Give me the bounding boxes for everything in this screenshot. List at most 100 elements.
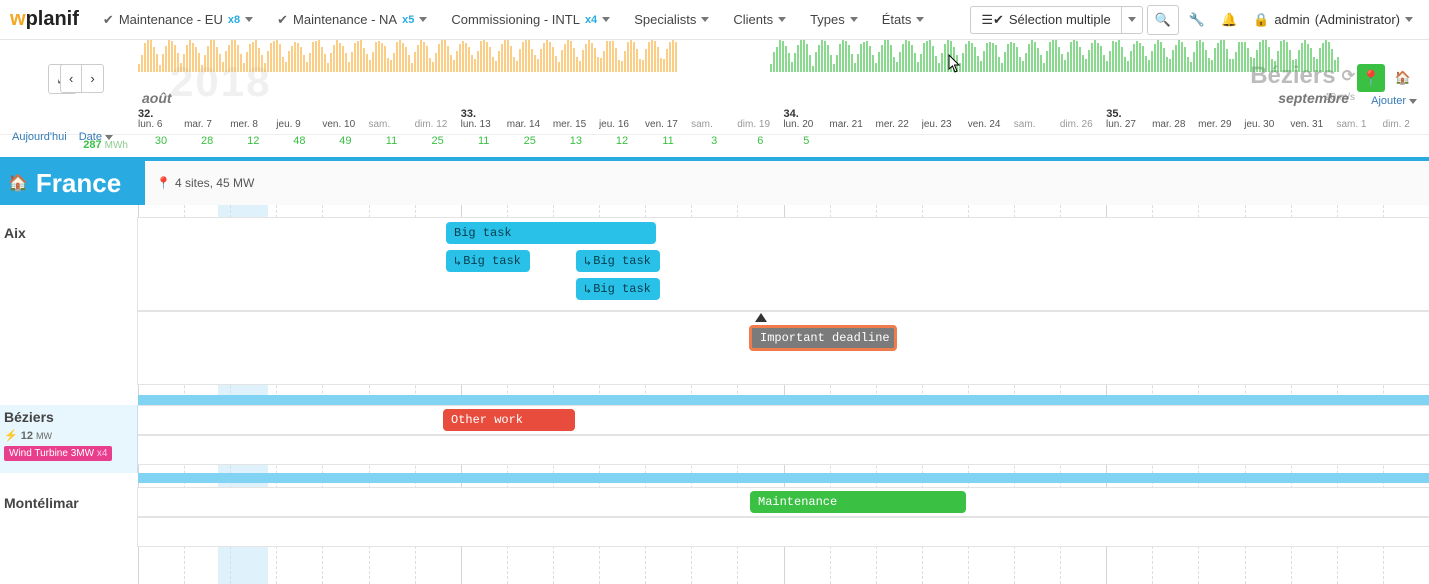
stat-cell: 48 — [276, 135, 322, 155]
montelimar-lane-2[interactable] — [138, 517, 1429, 547]
site-name: Aix — [4, 225, 132, 241]
caret-icon — [701, 17, 709, 22]
grid-columns: Big task ↳Big task ↳Big task ↳Big task I… — [138, 205, 1429, 584]
brand-logo[interactable]: wplanif — [10, 8, 89, 31]
week-cell: 35. — [1106, 108, 1429, 119]
nav-etats[interactable]: États — [872, 6, 935, 33]
bell-icon: 🔔 — [1221, 12, 1237, 28]
nav-specialists[interactable]: Specialists — [624, 6, 719, 33]
multiselect-label: Sélection multiple — [1009, 12, 1111, 27]
stat-cell: 30 — [138, 135, 184, 155]
stat-cell — [876, 135, 922, 155]
settings-button[interactable]: 🔧 — [1183, 6, 1211, 34]
day-cell: lun. 6 — [138, 119, 184, 133]
region-france[interactable]: 🏠 France — [0, 161, 145, 205]
navigation-controls: ⤢ ‹ › Aujourd'hui Date — [12, 64, 113, 143]
sites-column: Aix Béziers ⚡ 12 MW Wind Turbine 3MW x4 … — [0, 205, 138, 584]
caret-icon — [778, 17, 786, 22]
nav-label: Types — [810, 12, 845, 27]
wrench-icon: 🔧 — [1189, 12, 1205, 28]
band-top-beziers — [138, 395, 1429, 405]
day-cell: lun. 27 — [1106, 119, 1152, 133]
user-name: admin — [1274, 12, 1309, 27]
stat-cell — [1198, 135, 1244, 155]
nav-maintenance-eu[interactable]: ✔ Maintenance - EU x8 — [93, 6, 263, 34]
beziers-lane-1[interactable] — [138, 405, 1429, 435]
stats-total-unit: MWh — [105, 140, 128, 151]
checklist-icon: ☰✔ — [981, 12, 1004, 28]
stat-cell: 6 — [737, 135, 783, 155]
site-aix[interactable]: Aix — [0, 217, 138, 245]
day-cell: sam. — [691, 119, 737, 133]
top-navbar: wplanif ✔ Maintenance - EU x8 ✔ Maintena… — [0, 0, 1429, 40]
day-cell: mar. 7 — [184, 119, 230, 133]
nav-label: Commissioning - INTL — [451, 12, 580, 27]
turbine-tag[interactable]: Wind Turbine 3MW x4 — [4, 446, 112, 461]
site-name: Montélimar — [4, 495, 132, 511]
nav-commissioning[interactable]: Commissioning - INTL x4 — [441, 6, 620, 33]
task-deadline[interactable]: Important deadline — [749, 325, 897, 351]
caret-icon — [245, 17, 253, 22]
prev-button[interactable]: ‹ — [60, 64, 82, 93]
day-cell: dim. 26 — [1060, 119, 1106, 133]
spark-orange — [138, 40, 770, 72]
task-other-work[interactable]: Other work — [443, 409, 575, 431]
timeline-header: 2018 août septembre 32.33.34.35. lun. 6m… — [138, 40, 1429, 134]
task-big-child-3[interactable]: ↳Big task — [576, 278, 660, 300]
stats-total-value: 287 — [83, 139, 101, 151]
nav-count: x4 — [585, 14, 597, 26]
multiselect-button[interactable]: ☰✔ Sélection multiple — [970, 6, 1120, 34]
caret-icon — [916, 17, 924, 22]
check-icon: ✔ — [277, 12, 288, 28]
subtask-icon: ↳ — [584, 254, 591, 269]
notifications-button[interactable]: 🔔 — [1215, 6, 1243, 34]
region-info: 📍 4 sites, 45 MW — [156, 161, 254, 205]
nav-types[interactable]: Types — [800, 6, 868, 33]
day-cell: lun. 13 — [461, 119, 507, 133]
stat-cell: 11 — [645, 135, 691, 155]
stat-cell: 12 — [599, 135, 645, 155]
nav-maintenance-na[interactable]: ✔ Maintenance - NA x5 — [267, 6, 437, 34]
site-power: ⚡ 12 MW — [4, 429, 132, 442]
search-button[interactable]: 🔍 — [1147, 5, 1179, 35]
site-montelimar[interactable]: Montélimar — [0, 487, 138, 515]
task-big-child-2[interactable]: ↳Big task — [576, 250, 660, 272]
lock-icon: 🔒 — [1253, 12, 1269, 28]
site-beziers[interactable]: Béziers ⚡ 12 MW Wind Turbine 3MW x4 — [0, 405, 138, 465]
task-big-child-1[interactable]: ↳Big task — [446, 250, 530, 272]
task-maintenance[interactable]: Maintenance — [750, 491, 966, 513]
user-menu[interactable]: 🔒 admin (Administrator) — [1247, 12, 1419, 28]
day-cell: mar. 21 — [829, 119, 875, 133]
subtask-icon: ↳ — [454, 254, 461, 269]
week-cell: 34. — [784, 108, 1107, 119]
multiselect-dropdown[interactable] — [1121, 6, 1143, 34]
stat-cell: 25 — [507, 135, 553, 155]
nav-count: x8 — [228, 14, 240, 26]
task-label: Big task — [593, 282, 651, 296]
aix-tasks-lane[interactable] — [138, 217, 1429, 311]
subtask-icon: ↳ — [584, 282, 591, 297]
chevron-left-icon: ‹ — [69, 71, 73, 86]
logo-w: w — [10, 8, 26, 30]
next-button[interactable]: › — [82, 64, 103, 93]
day-cell: sam. — [368, 119, 414, 133]
bolt-icon: ⚡ — [4, 429, 18, 442]
stat-cell — [1290, 135, 1336, 155]
caret-icon — [1128, 17, 1136, 22]
stat-cell: 5 — [783, 135, 829, 155]
nav-clients[interactable]: Clients — [723, 6, 796, 33]
stat-cell — [1014, 135, 1060, 155]
day-cell: jeu. 23 — [922, 119, 968, 133]
beziers-lane-2[interactable] — [138, 435, 1429, 465]
day-cell: ven. 10 — [322, 119, 368, 133]
stat-cell — [1383, 135, 1429, 155]
region-info-text: 4 sites, 45 MW — [175, 176, 254, 190]
task-big[interactable]: Big task — [446, 222, 656, 244]
region-title: France — [36, 168, 121, 199]
stat-cell: 3 — [691, 135, 737, 155]
stat-cell — [829, 135, 875, 155]
caret-icon — [419, 17, 427, 22]
spark-green — [770, 40, 1420, 72]
power-unit: MW — [36, 431, 52, 441]
deadline-marker-icon — [755, 313, 767, 322]
